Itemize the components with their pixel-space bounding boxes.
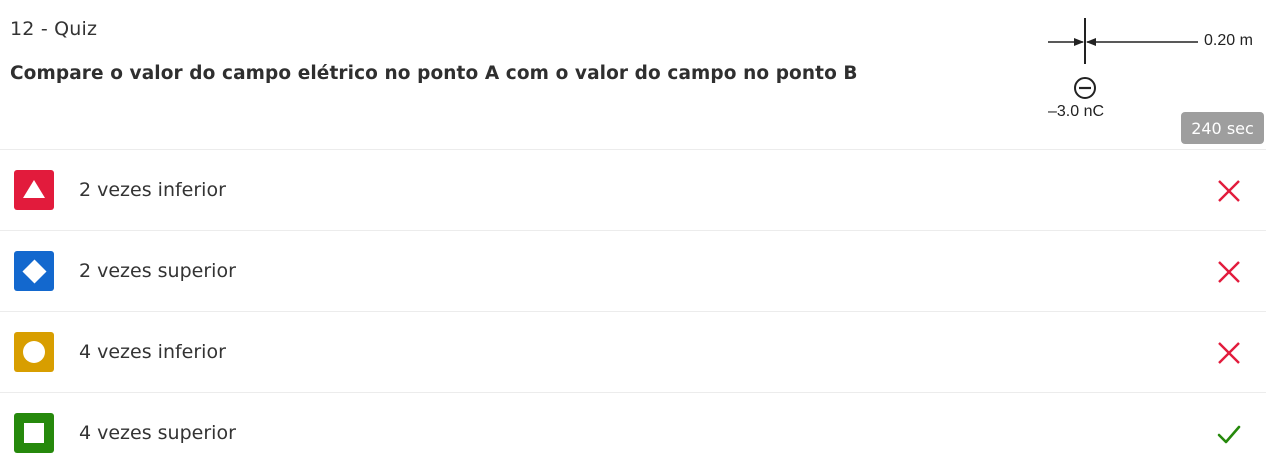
question-figure: 0.20 m –3.0 nC — [1040, 14, 1266, 126]
answer-option-3[interactable]: 4 vezes inferior — [0, 311, 1266, 392]
triangle-icon — [23, 180, 45, 198]
incorrect-icon — [1218, 342, 1240, 364]
incorrect-icon — [1218, 180, 1240, 202]
quiz-label: 12 - Quiz — [10, 18, 98, 40]
distance-label: 0.20 m — [1204, 32, 1253, 49]
answer-option-1[interactable]: 2 vezes inferior — [0, 149, 1266, 230]
answer-label: 2 vezes superior — [79, 260, 236, 282]
answer-label: 2 vezes inferior — [79, 179, 226, 201]
correct-icon — [1217, 425, 1241, 444]
answer-color-block — [14, 332, 54, 372]
answer-label: 4 vezes superior — [79, 422, 236, 444]
answer-label: 4 vezes inferior — [79, 341, 226, 363]
circle-icon — [23, 341, 45, 363]
timer-badge: 240 sec — [1181, 112, 1264, 144]
answer-color-block — [14, 170, 54, 210]
answer-options: 2 vezes inferior 2 vezes superior 4 veze… — [0, 149, 1266, 473]
right-arrowhead — [1086, 38, 1096, 46]
answer-color-block — [14, 251, 54, 291]
question-text: Compare o valor do campo elétrico no pon… — [10, 63, 858, 84]
answer-option-2[interactable]: 2 vezes superior — [0, 230, 1266, 311]
charge-label: –3.0 nC — [1048, 103, 1105, 120]
question-header: 12 - Quiz Compare o valor do campo elétr… — [0, 0, 1266, 150]
answer-option-4[interactable]: 4 vezes superior — [0, 392, 1266, 473]
left-arrowhead — [1074, 38, 1084, 46]
square-icon — [24, 423, 44, 443]
diamond-icon — [21, 258, 47, 284]
answer-color-block — [14, 413, 54, 453]
incorrect-icon — [1218, 261, 1240, 283]
